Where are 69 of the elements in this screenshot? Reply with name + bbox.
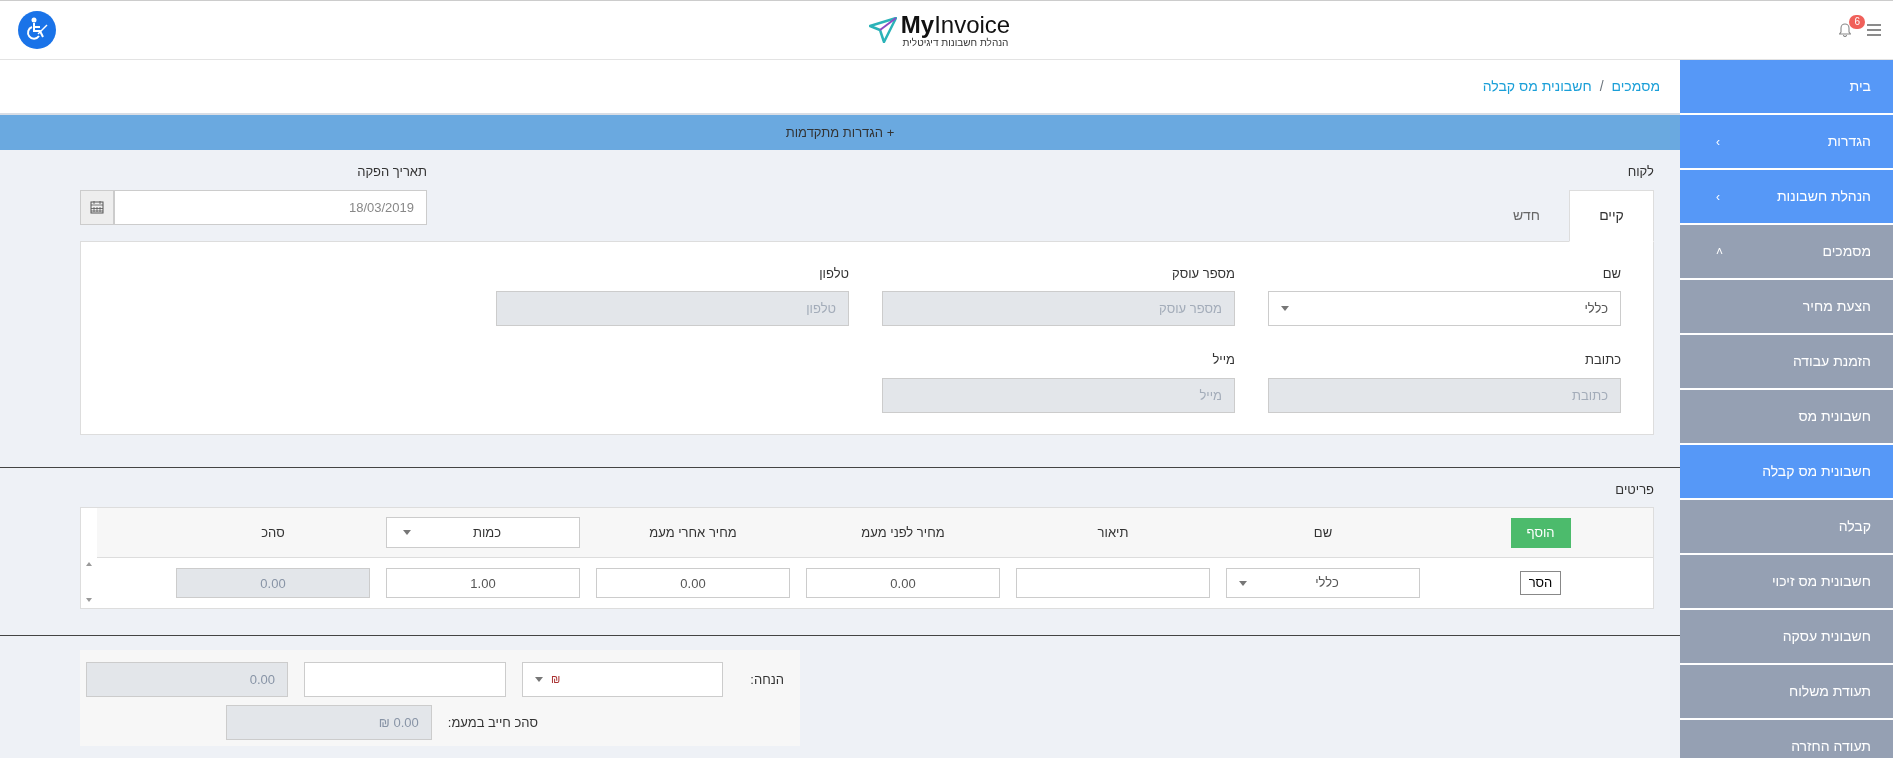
breadcrumb-link[interactable]: מסמכים: [1611, 76, 1660, 97]
date-field[interactable]: 18/03/2019: [114, 189, 427, 225]
column-header: מחיר אחרי מעמ: [649, 523, 737, 542]
field-label: כתובת: [1584, 351, 1621, 369]
column-header: סהכ: [261, 523, 285, 542]
input-field[interactable]: 0.00: [176, 568, 370, 598]
input-field[interactable]: 1.00: [386, 568, 580, 598]
field-label: טלפון: [818, 264, 849, 283]
bell-icon[interactable]: [1839, 23, 1851, 37]
section-label: פריטים: [1614, 480, 1654, 499]
sidebar-item[interactable]: חשבונית מס קבלה: [1680, 445, 1893, 500]
select-field[interactable]: ₪: [522, 662, 724, 697]
column-header: תיאור: [1097, 523, 1129, 542]
sidebar-item[interactable]: חשבונית מס זיכוי: [1680, 555, 1893, 610]
add-button[interactable]: הוסף: [1510, 517, 1571, 548]
sidebar-item[interactable]: תעודת משלוח: [1680, 665, 1893, 720]
input-field[interactable]: טלפון: [496, 291, 849, 326]
calendar-icon[interactable]: [80, 189, 114, 225]
input-field[interactable]: מספר עוסק: [882, 291, 1235, 326]
select-field[interactable]: כמות: [386, 517, 580, 548]
scroll-arrows-icon[interactable]: [85, 560, 93, 604]
field-label: לקוח: [1626, 163, 1654, 181]
sidebar-item[interactable]: חשבונית עסקה: [1680, 610, 1893, 665]
remove-button[interactable]: הסר: [1519, 571, 1562, 595]
tab[interactable]: חדש: [1484, 189, 1569, 242]
select-field[interactable]: כללי: [1226, 568, 1420, 598]
chevron-icon: ›: [1716, 187, 1720, 206]
field-label: תאריך הפקה: [356, 163, 427, 181]
input-field[interactable]: 0.00 ₪: [225, 705, 432, 740]
breadcrumb-separator: /: [1599, 77, 1604, 96]
field-label: סהכ חייב במעמ:: [447, 713, 538, 732]
sidebar-item[interactable]: קבלה: [1680, 500, 1893, 555]
breadcrumb-link[interactable]: חשבונית מס קבלה: [1482, 76, 1592, 97]
column-header: מחיר לפני מעמ: [861, 523, 945, 542]
caret-icon: [403, 530, 411, 535]
column-header: שם: [1313, 523, 1333, 542]
chevron-icon: ›: [1716, 132, 1720, 151]
sidebar-item[interactable]: הגדרות ›: [1680, 115, 1893, 170]
field-label: שם: [1601, 264, 1621, 283]
accessibility-icon[interactable]: [18, 11, 56, 49]
input-field[interactable]: מייל: [882, 377, 1235, 413]
tab[interactable]: קיים: [1569, 189, 1654, 242]
input-field[interactable]: 0.00: [86, 662, 288, 697]
sidebar-item[interactable]: הצעת מחיר: [1680, 280, 1893, 335]
field-label: מייל: [1211, 351, 1235, 369]
field-label: מספר עוסק: [1171, 264, 1235, 283]
caret-icon: [1281, 306, 1289, 311]
sidebar-item[interactable]: תעודה החזרה: [1680, 720, 1893, 758]
input-field[interactable]: 0.00: [806, 568, 1000, 598]
field-label: הנחה:: [749, 670, 785, 689]
sidebar-item[interactable]: הנהלת חשבונות ›: [1680, 170, 1893, 225]
logo-text: MyInvoice: [900, 12, 1011, 37]
sidebar-item[interactable]: חשבונית מס: [1680, 390, 1893, 445]
notification-count: 6: [1849, 15, 1865, 29]
sidebar-item[interactable]: מסמכים ˄: [1680, 225, 1893, 280]
select-field[interactable]: כללי: [1268, 291, 1621, 326]
caret-icon: [1239, 580, 1247, 586]
logo-tagline: הנהלת חשבונות דיגיטלית: [902, 36, 1009, 48]
sidebar-item[interactable]: הזמנת עבודה: [1680, 335, 1893, 390]
paper-plane-icon: [868, 17, 897, 43]
menu-icon[interactable]: [1867, 24, 1881, 36]
sidebar-item[interactable]: בית: [1680, 60, 1893, 115]
input-field[interactable]: כתובת: [1268, 377, 1621, 413]
chevron-icon: ˄: [1716, 242, 1723, 261]
input-field[interactable]: 0.00: [596, 568, 790, 598]
advanced-settings-bar[interactable]: + הגדרות מתקדמות: [0, 115, 1680, 150]
input-field[interactable]: [304, 662, 506, 697]
caret-icon: [535, 677, 543, 682]
input-field[interactable]: [1016, 568, 1210, 598]
